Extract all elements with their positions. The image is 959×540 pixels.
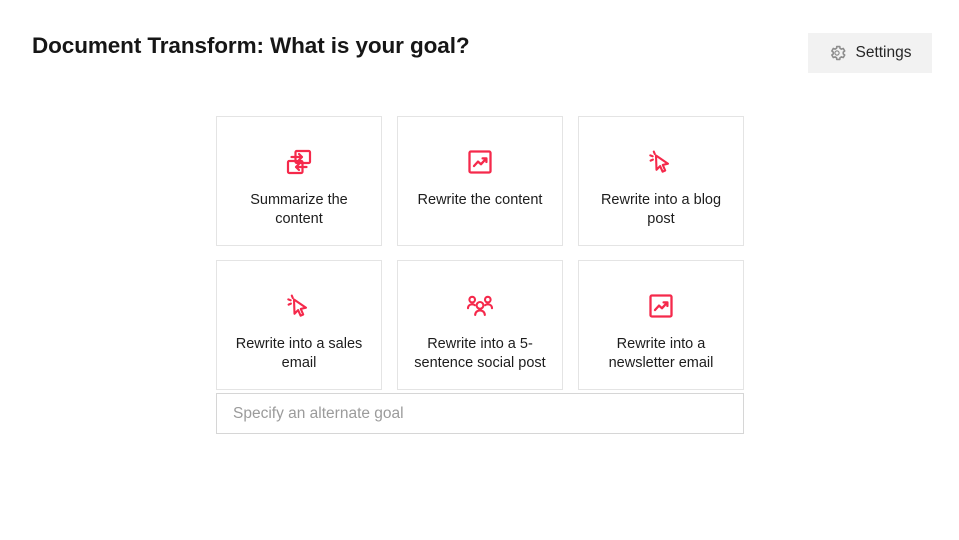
settings-button[interactable]: Settings (808, 33, 932, 73)
gear-icon (828, 44, 846, 62)
transfer-exchange-icon (284, 147, 314, 177)
page-title: Document Transform: What is your goal? (32, 33, 470, 58)
goal-card-summarize-the-content[interactable]: Summarize the content (216, 116, 382, 246)
goal-card-label: Summarize the content (250, 192, 348, 227)
document-transform-dialog: Document Transform: What is your goal? S… (0, 0, 959, 540)
goal-card-rewrite-into-a-sales-email[interactable]: Rewrite into a sales email (216, 260, 382, 390)
cursor-click-icon (284, 291, 314, 321)
footer: Back Cancel Next (0, 462, 959, 540)
trend-up-square-icon (646, 291, 676, 321)
goal-card-rewrite-the-content[interactable]: Rewrite the content (397, 116, 563, 246)
user-group-icon (465, 291, 495, 321)
cursor-click-icon (646, 147, 676, 177)
goal-card-label: Rewrite into a sales email (235, 336, 363, 371)
goal-card-label: Rewrite the content (417, 192, 543, 208)
goal-card-label: Rewrite into a newsletter email (608, 336, 714, 371)
goal-card-rewrite-into-a-newsletter-email[interactable]: Rewrite into a newsletter email (578, 260, 744, 390)
goal-card-rewrite-into-a-blog-post[interactable]: Rewrite into a blog post (578, 116, 744, 246)
goal-card-label: Rewrite into a 5-sentence social post (414, 336, 546, 371)
goal-card-rewrite-into-a-5-sentence-social-post[interactable]: Rewrite into a 5-sentence social post (397, 260, 563, 390)
header: Document Transform: What is your goal? S… (0, 0, 959, 96)
trend-up-square-icon (465, 147, 495, 177)
goal-card-grid: Summarize the content Rewrite the conten… (216, 116, 744, 390)
settings-label: Settings (855, 44, 912, 61)
goal-card-label: Rewrite into a blog post (600, 192, 722, 227)
alternate-goal-input[interactable] (216, 393, 744, 434)
